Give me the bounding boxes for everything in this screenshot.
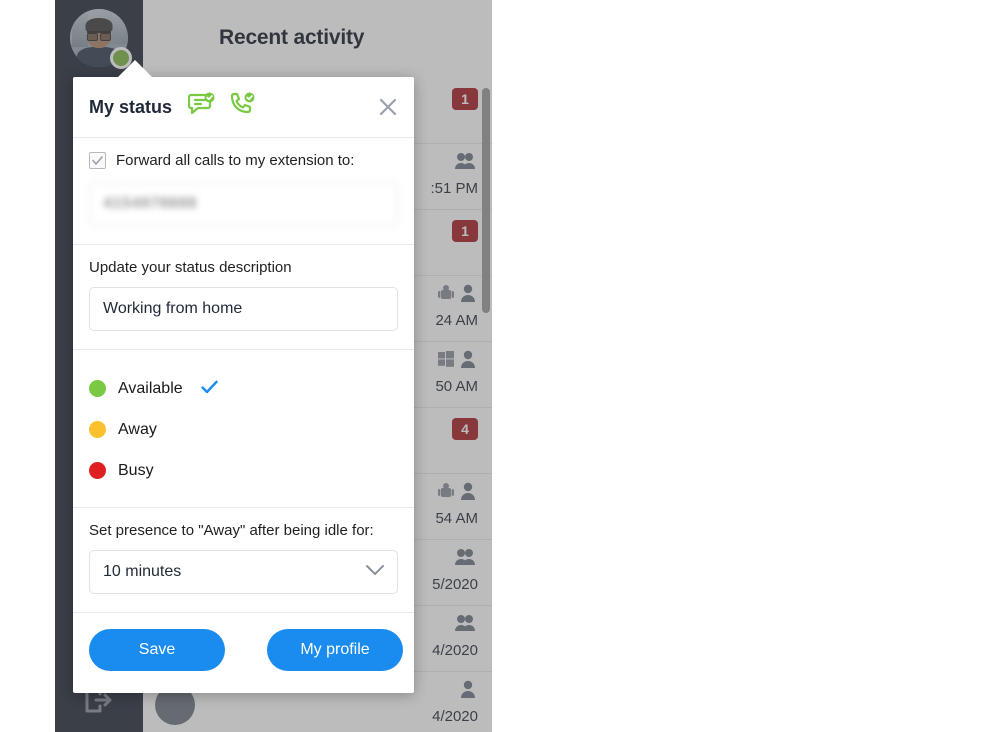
popup-footer: Save My profile (73, 613, 414, 693)
popup-header: My status (73, 77, 414, 137)
list-item-timestamp: 54 AM (435, 510, 478, 527)
person-icon (461, 350, 475, 368)
android-icon (438, 285, 454, 299)
list-item-timestamp: 24 AM (435, 312, 478, 329)
list-item-timestamp: 4/2020 (432, 708, 478, 725)
person-icon (460, 680, 476, 698)
chat-status-available-icon[interactable] (187, 92, 216, 123)
popup-title: My status (89, 96, 173, 117)
list-item-timestamp: 50 AM (435, 378, 478, 395)
idle-timeout-label: Set presence to "Away" after being idle … (89, 522, 374, 539)
presence-options-list: Available Away Busy (73, 350, 414, 507)
app-header: Recent activity (143, 0, 492, 78)
page-title: Recent activity (219, 26, 365, 49)
call-status-available-icon[interactable] (228, 92, 256, 123)
popup-pointer (117, 60, 153, 78)
status-description-input[interactable] (89, 287, 398, 331)
status-badge: 4 (452, 418, 478, 440)
idle-timeout-select[interactable]: 10 minutes (89, 550, 398, 594)
presence-option-label: Away (118, 420, 157, 438)
forward-number-input[interactable] (89, 182, 398, 226)
scrollbar-thumb[interactable] (482, 88, 490, 313)
list-item-timestamp: 4/2020 (432, 642, 478, 659)
windows-icon (438, 351, 454, 367)
status-badge: 1 (452, 220, 478, 242)
save-button[interactable]: Save (89, 629, 225, 671)
scrollbar[interactable] (482, 80, 490, 730)
list-item-timestamp: :51 PM (430, 180, 478, 197)
group-icon (454, 548, 476, 566)
forward-calls-label: Forward all calls to my extension to: (116, 152, 355, 169)
my-profile-button[interactable]: My profile (267, 629, 403, 671)
sidebar-avatar-button[interactable] (70, 9, 132, 69)
my-status-popup: My status Forward all calls to my extens… (73, 60, 414, 693)
presence-option-away[interactable]: Away (89, 409, 398, 450)
forward-calls-checkbox[interactable] (89, 152, 106, 169)
android-icon (438, 483, 454, 497)
person-icon (461, 284, 475, 302)
device-icons (438, 350, 476, 368)
status-description-section: Update your status description (73, 245, 414, 349)
idle-timeout-value: 10 minutes (103, 563, 182, 580)
list-item-timestamp: 5/2020 (432, 576, 478, 593)
presence-dot-available (89, 380, 106, 397)
group-icon (454, 152, 476, 170)
device-icons (438, 482, 476, 500)
close-icon[interactable] (376, 95, 400, 119)
screen: Recent activity ... 1 :51 PM (0, 0, 1000, 732)
presence-option-available[interactable]: Available (89, 368, 398, 409)
presence-dot-away (89, 421, 106, 438)
idle-timeout-section: Set presence to "Away" after being idle … (73, 508, 414, 612)
status-description-label: Update your status description (89, 259, 292, 276)
status-badge: 1 (452, 88, 478, 110)
forward-calls-row[interactable]: Forward all calls to my extension to: (89, 152, 398, 169)
presence-option-busy[interactable]: Busy (89, 450, 398, 491)
call-forwarding-section: Forward all calls to my extension to: (73, 138, 414, 244)
presence-dot-busy (89, 462, 106, 479)
person-icon (461, 482, 475, 500)
presence-option-label: Available (118, 379, 183, 397)
group-icon (454, 614, 476, 632)
presence-option-label: Busy (118, 461, 154, 479)
device-icons (438, 284, 476, 302)
presence-selected-check-icon (200, 380, 218, 397)
